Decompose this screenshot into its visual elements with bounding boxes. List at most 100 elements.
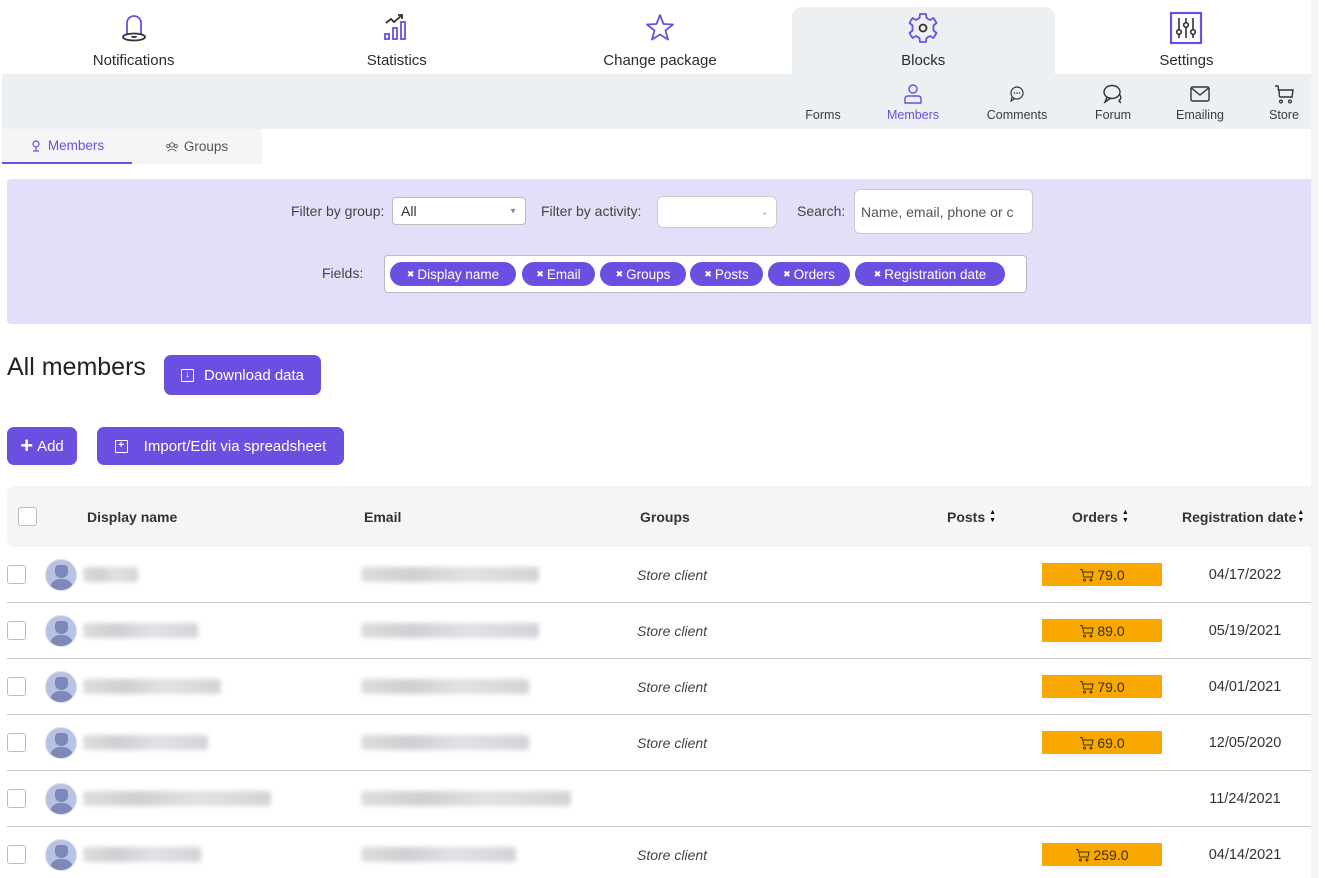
envelope-icon <box>1190 86 1210 102</box>
remove-icon[interactable]: ✖ <box>616 269 624 280</box>
search-input[interactable]: Name, email, phone or c <box>854 189 1033 234</box>
subnav-forum[interactable]: Forum <box>1090 74 1136 129</box>
tab-statistics[interactable]: Statistics <box>265 0 528 74</box>
remove-icon[interactable]: ✖ <box>874 269 882 280</box>
table-row[interactable]: 11/24/2021 <box>7 771 1317 827</box>
field-chip-registration-date[interactable]: ✖ Registration date <box>855 262 1005 286</box>
column-header-orders[interactable]: Orders ▲ ▼ <box>1072 486 1129 547</box>
table-row[interactable]: Store client 69.0 12/05/2020 <box>7 715 1317 771</box>
table-row[interactable]: Store client 79.0 04/01/2021 <box>7 659 1317 715</box>
column-label: Orders <box>1072 508 1118 525</box>
avatar <box>45 726 77 759</box>
display-name-cell[interactable] <box>83 603 198 658</box>
sort-icon[interactable]: ▲ ▼ <box>1297 509 1304 525</box>
row-checkbox[interactable] <box>7 621 26 640</box>
row-checkbox[interactable] <box>7 733 26 752</box>
row-checkbox[interactable] <box>7 677 26 696</box>
display-name-cell[interactable] <box>83 827 201 878</box>
orders-badge[interactable]: 79.0 <box>1042 675 1162 698</box>
field-chip-orders[interactable]: ✖ Orders <box>768 262 850 286</box>
orders-total: 69.0 <box>1097 734 1125 751</box>
tab-label: Settings <box>1159 52 1214 69</box>
orders-total: 79.0 <box>1097 678 1125 695</box>
top-nav: Notifications Statistics Change package … <box>2 0 1318 74</box>
column-label: Posts <box>947 508 986 525</box>
import-spreadsheet-button[interactable]: + Import/Edit via spreadsheet <box>97 427 344 465</box>
column-header-email[interactable]: Email <box>364 486 401 547</box>
row-checkbox[interactable] <box>7 789 26 808</box>
gear-icon <box>908 13 938 43</box>
tab-settings[interactable]: Settings <box>1055 0 1318 74</box>
remove-icon[interactable]: ✖ <box>704 269 712 280</box>
download-data-button[interactable]: ↓ Download data <box>164 355 321 395</box>
table-row[interactable]: Store client 79.0 04/17/2022 <box>7 547 1317 603</box>
button-label: Add <box>37 437 64 455</box>
subnav-members[interactable]: Members <box>882 74 944 129</box>
tab-notifications[interactable]: Notifications <box>2 0 265 74</box>
subnav-label: Forms <box>805 108 841 122</box>
chip-label: Posts <box>714 266 749 282</box>
row-select-cell <box>7 771 26 826</box>
remove-icon[interactable]: ✖ <box>783 269 791 280</box>
orders-cell: 259.0 <box>1042 827 1162 878</box>
row-checkbox[interactable] <box>7 845 26 864</box>
field-chip-email[interactable]: ✖ Email <box>522 262 595 286</box>
remove-icon[interactable]: ✖ <box>536 269 544 280</box>
email-redacted <box>361 791 571 806</box>
table-row[interactable]: Store client 259.0 04/14/2021 <box>7 827 1317 878</box>
orders-badge[interactable]: 89.0 <box>1042 619 1162 642</box>
column-header-display-name[interactable]: Display name <box>87 486 177 547</box>
display-name-cell[interactable] <box>83 547 138 602</box>
email-redacted <box>361 623 539 638</box>
orders-badge[interactable]: 69.0 <box>1042 731 1162 754</box>
table-row[interactable]: Store client 89.0 05/19/2021 <box>7 603 1317 659</box>
display-name-cell[interactable] <box>83 771 271 826</box>
orders-total: 89.0 <box>1097 622 1125 639</box>
filter-activity-select[interactable]: ⌄ <box>657 196 777 228</box>
member-icon <box>32 139 40 152</box>
remove-icon[interactable]: ✖ <box>407 269 415 280</box>
chat-bubbles-icon <box>1103 84 1122 104</box>
filter-group-select[interactable]: All ▼ <box>392 197 526 225</box>
column-header-posts[interactable]: Posts ▲ ▼ <box>947 486 996 547</box>
registration-date-cell: 04/17/2022 <box>1175 547 1315 602</box>
registration-date: 04/01/2021 <box>1208 678 1282 695</box>
registration-date: 12/05/2020 <box>1208 734 1282 751</box>
orders-badge[interactable]: 79.0 <box>1042 563 1162 586</box>
display-name-redacted <box>83 567 138 582</box>
email-cell <box>361 547 539 602</box>
display-name-redacted <box>83 679 221 694</box>
chip-label: Groups <box>626 266 671 282</box>
row-checkbox[interactable] <box>7 565 26 584</box>
subnav-label: Members <box>886 108 940 122</box>
cart-icon <box>1080 736 1094 749</box>
orders-badge[interactable]: 259.0 <box>1042 843 1162 866</box>
filter-panel: Filter by group: All ▼ Filter by activit… <box>7 179 1317 324</box>
subnav-emailing[interactable]: Emailing <box>1172 74 1228 129</box>
chevron-down-icon: ⌄ <box>761 207 768 217</box>
display-name-cell[interactable] <box>83 659 221 714</box>
avatar <box>45 670 77 703</box>
fields-selector[interactable]: ✖ Display name ✖ Email ✖ Groups ✖ Posts ✖ Ord… <box>384 255 1027 293</box>
column-header-registration-date[interactable]: Registration date ▲ ▼ <box>1182 486 1304 547</box>
field-chip-posts[interactable]: ✖ Posts <box>690 262 763 286</box>
subtab-members[interactable]: Members <box>2 129 132 164</box>
column-header-groups[interactable]: Groups <box>640 486 690 547</box>
add-member-button[interactable]: + Add <box>7 427 77 465</box>
subnav-comments[interactable]: Comments <box>982 74 1052 129</box>
sort-icon[interactable]: ▲ ▼ <box>1122 509 1129 525</box>
subnav-forms[interactable]: Forms <box>800 74 846 129</box>
field-chip-groups[interactable]: ✖ Groups <box>600 262 686 286</box>
group-cell: Store client <box>637 827 707 878</box>
group-cell: Store client <box>637 603 707 658</box>
sort-icon[interactable]: ▲ ▼ <box>989 509 996 525</box>
registration-date-cell: 04/01/2021 <box>1175 659 1315 714</box>
tab-blocks[interactable]: Blocks <box>791 7 1055 74</box>
display-name-cell[interactable] <box>83 715 208 770</box>
subnav-store[interactable]: Store <box>1266 74 1302 129</box>
scrollbar[interactable] <box>1311 0 1318 878</box>
subtab-groups[interactable]: Groups <box>132 129 262 164</box>
field-chip-display-name[interactable]: ✖ Display name <box>390 262 516 286</box>
select-all-checkbox[interactable] <box>18 507 37 526</box>
tab-change-package[interactable]: Change package <box>528 0 791 74</box>
